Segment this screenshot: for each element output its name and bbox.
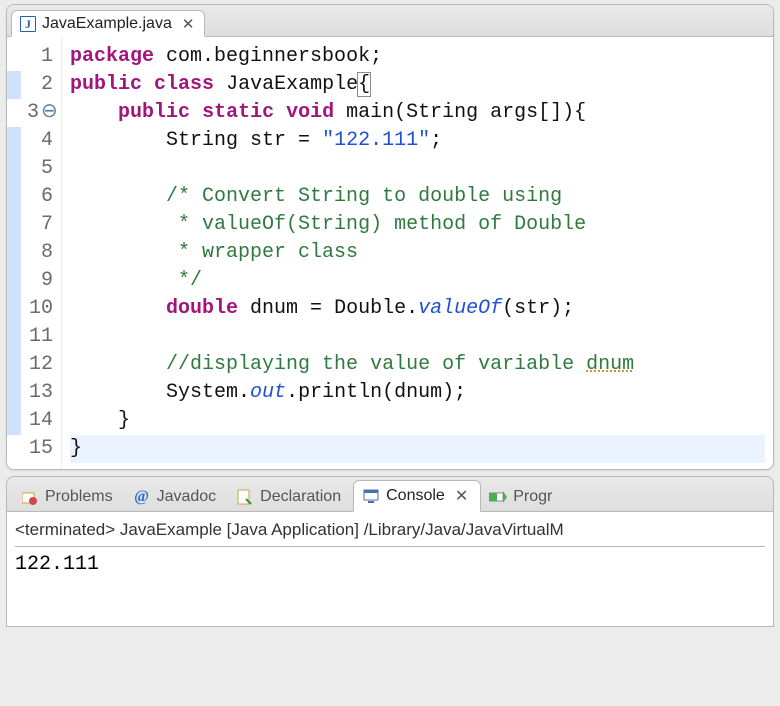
console-output: 122.111 [15,547,765,576]
close-icon[interactable]: ✕ [182,15,195,33]
tab-javadoc[interactable]: @ Javadoc [125,483,229,511]
tab-javadoc-label: Javadoc [157,488,217,506]
tab-problems[interactable]: Problems [13,483,125,511]
console-status: <terminated> JavaExample [Java Applicati… [15,516,765,547]
editor-pane: J JavaExample.java ✕ 123⊖456789101112131… [6,4,774,470]
editor-tab-filename: JavaExample.java [42,15,172,33]
tab-declaration[interactable]: Declaration [228,483,353,511]
editor-tab-active[interactable]: J JavaExample.java ✕ [11,10,205,37]
tab-declaration-label: Declaration [260,488,341,506]
code-area[interactable]: 123⊖456789101112131415 package com.begin… [7,37,773,469]
java-file-icon: J [20,16,36,32]
editor-tab-bar: J JavaExample.java ✕ [7,5,773,37]
close-icon[interactable]: ✕ [455,486,468,506]
bottom-tab-bar: Problems @ Javadoc Declaration Console ✕… [6,476,774,512]
marker-strip [7,37,21,469]
line-number-gutter: 123⊖456789101112131415 [21,37,62,469]
javadoc-icon: @ [133,488,151,506]
tab-console[interactable]: Console ✕ [353,480,481,512]
console-icon [362,487,380,505]
declaration-icon [236,488,254,506]
tab-problems-label: Problems [45,488,113,506]
bottom-panel: Problems @ Javadoc Declaration Console ✕… [6,476,774,627]
problems-icon [21,488,39,506]
console-body: <terminated> JavaExample [Java Applicati… [6,512,774,627]
tab-console-label: Console [386,487,445,505]
tab-progress-label: Progr [513,488,552,506]
progress-icon [489,488,507,506]
tab-progress[interactable]: Progr [481,483,564,511]
code-content[interactable]: package com.beginnersbook;public class J… [62,37,773,469]
